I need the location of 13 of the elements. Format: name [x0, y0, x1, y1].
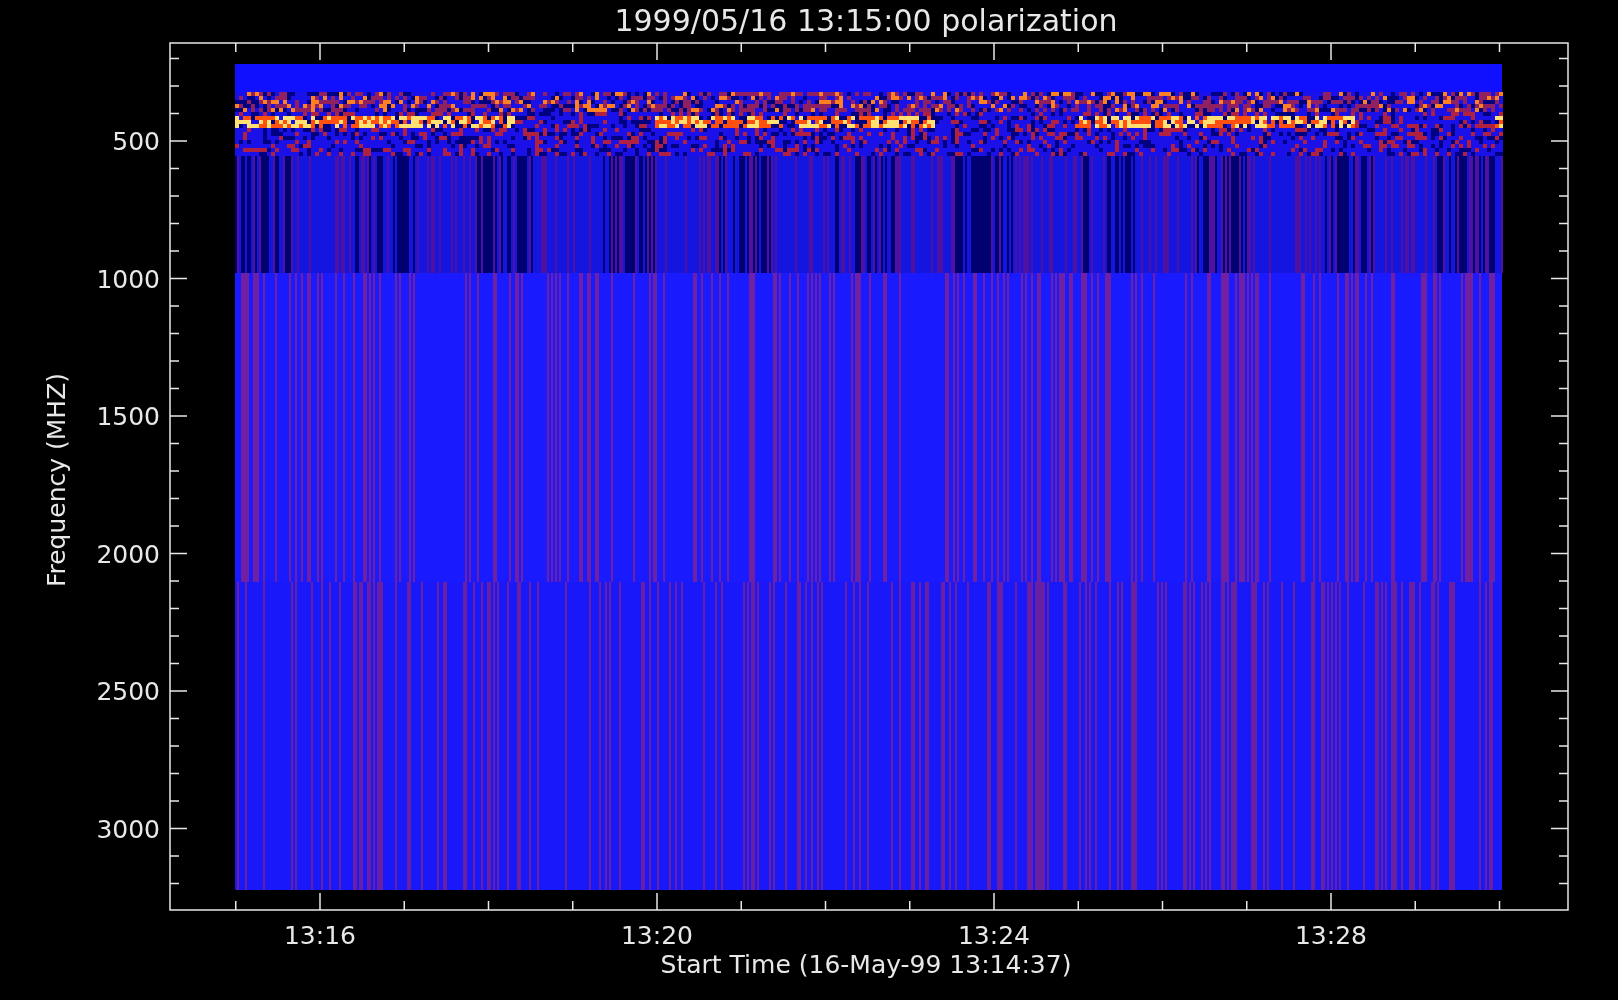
tick-label: 1500: [96, 402, 160, 431]
tick-label: 1000: [96, 264, 160, 294]
tick-label: 13:20: [621, 921, 693, 950]
tick-label: 2500: [96, 677, 160, 706]
tick-label: 13:16: [284, 921, 356, 950]
tick-label: 13:28: [1295, 921, 1367, 950]
tick-label: 2000: [96, 539, 160, 569]
axis-label: Frequency (MHZ): [42, 372, 71, 588]
chart-title: 1999/05/16 13:15:00 polarization: [614, 3, 1118, 38]
tick-label: 500: [112, 127, 160, 156]
tick-label: 3000: [96, 814, 160, 844]
tick-label: 13:24: [958, 921, 1030, 950]
axis-label: Start Time (16-May-99 13:14:37): [660, 950, 1072, 979]
